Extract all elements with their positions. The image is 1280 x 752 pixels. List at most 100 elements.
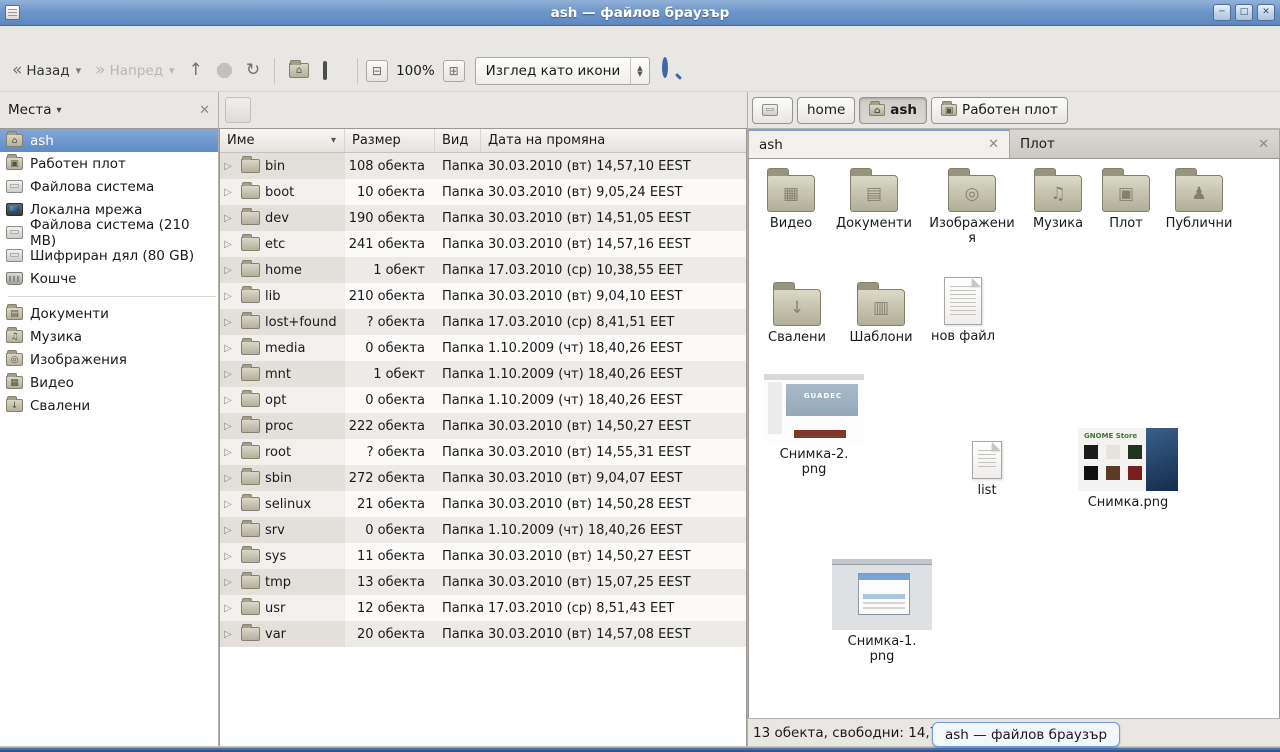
expander-icon[interactable]: ▷ (224, 265, 236, 276)
back-dropdown-icon[interactable]: ▾ (76, 64, 82, 77)
table-row[interactable]: ▷ bin 108 обекта Папка 30.03.2010 (вт) 1… (220, 153, 746, 179)
sidebar-close-icon[interactable]: ✕ (199, 103, 210, 118)
file-item[interactable]: ▥ Шаблони (839, 281, 923, 345)
expander-icon[interactable]: ▷ (224, 239, 236, 250)
expander-icon[interactable]: ▷ (224, 473, 236, 484)
table-row[interactable]: ▷ dev 190 обекта Папка 30.03.2010 (вт) 1… (220, 205, 746, 231)
sidebar-place-item[interactable]: Кошче (0, 267, 218, 290)
sidebar-place-item[interactable]: ↓ Свалени (0, 394, 218, 417)
file-item[interactable]: list (952, 441, 1022, 498)
sidebar-place-item[interactable]: ⌂ ash (0, 129, 218, 152)
zoom-out-button[interactable]: ⊟ (366, 60, 388, 82)
stop-button[interactable] (211, 58, 238, 83)
sidebar-place-item[interactable] (0, 290, 218, 302)
column-header-type[interactable]: Вид (435, 129, 481, 152)
breadcrumb-button[interactable]: ⌂ ash (859, 97, 927, 124)
tree-root-button[interactable] (225, 97, 251, 123)
file-item[interactable]: ♟ Публични (1156, 167, 1242, 231)
table-row[interactable]: ▷ root ? обекта Папка 30.03.2010 (вт) 14… (220, 439, 746, 465)
tab[interactable]: ash ✕ (748, 129, 1010, 158)
maximize-button[interactable]: □ (1235, 4, 1253, 21)
sidebar-place-item[interactable]: Шифриран дял (80 GB) (0, 244, 218, 267)
table-row[interactable]: ▷ etc 241 обекта Папка 30.03.2010 (вт) 1… (220, 231, 746, 257)
expander-icon[interactable]: ▷ (224, 317, 236, 328)
zoom-in-button[interactable]: ⊞ (443, 60, 465, 82)
table-row[interactable]: ▷ sys 11 обекта Папка 30.03.2010 (вт) 14… (220, 543, 746, 569)
expander-icon[interactable]: ▷ (224, 291, 236, 302)
column-header-date[interactable]: Дата на промяна (481, 129, 746, 152)
table-row[interactable]: ▷ srv 0 обекта Папка 1.10.2009 (чт) 18,4… (220, 517, 746, 543)
menu-item[interactable] (42, 35, 60, 41)
file-item[interactable]: Снимка-1.png (830, 559, 934, 664)
expander-icon[interactable]: ▷ (224, 629, 236, 640)
table-row[interactable]: ▷ home 1 обект Папка 17.03.2010 (ср) 10,… (220, 257, 746, 283)
menu-item[interactable] (60, 35, 78, 41)
sidebar-place-item[interactable]: Файлова система (0, 175, 218, 198)
up-button[interactable]: ↑ (183, 57, 209, 84)
file-icon-grid[interactable]: ▦ Видео ▤ Документи (748, 158, 1280, 718)
sidebar-place-item[interactable]: Файлова система (210 MB) (0, 221, 218, 244)
file-item[interactable]: нов файл (923, 277, 1003, 344)
expander-icon[interactable]: ▷ (224, 499, 236, 510)
expander-icon[interactable]: ▷ (224, 187, 236, 198)
sidebar-place-item[interactable]: ▣ Работен плот (0, 152, 218, 175)
expander-icon[interactable]: ▷ (224, 213, 236, 224)
sidebar-header-label[interactable]: Места (8, 102, 52, 118)
expander-icon[interactable]: ▷ (224, 343, 236, 354)
file-item[interactable]: ↓ Свалени (757, 281, 837, 345)
close-button[interactable]: ✕ (1257, 4, 1275, 21)
file-item[interactable]: ▣ Плот (1094, 167, 1158, 231)
reload-button[interactable]: ↻ (240, 57, 266, 84)
computer-button[interactable] (317, 58, 349, 84)
file-item[interactable]: GNOME Store Снимка.png (1075, 428, 1181, 510)
home-button[interactable]: ⌂ (283, 58, 315, 83)
table-row[interactable]: ▷ usr 12 обекта Папка 17.03.2010 (ср) 8,… (220, 595, 746, 621)
menu-item[interactable] (78, 35, 96, 41)
table-row[interactable]: ▷ lost+found ? обекта Папка 17.03.2010 (… (220, 309, 746, 335)
breadcrumb-button[interactable]: home (797, 97, 855, 124)
tab[interactable]: Плот ✕ (1010, 129, 1280, 158)
table-row[interactable]: ▷ sbin 272 обекта Папка 30.03.2010 (вт) … (220, 465, 746, 491)
file-item[interactable]: ▤ Документи (826, 167, 922, 231)
tab-close-icon[interactable]: ✕ (1248, 137, 1269, 152)
breadcrumb-button[interactable] (752, 97, 793, 124)
file-item[interactable]: GUADEC Снимка-2.png (762, 374, 866, 477)
expander-icon[interactable]: ▷ (224, 551, 236, 562)
sidebar-header-caret-icon[interactable]: ▾ (57, 105, 62, 116)
table-row[interactable]: ▷ mnt 1 обект Папка 1.10.2009 (чт) 18,40… (220, 361, 746, 387)
table-row[interactable]: ▷ proc 222 обекта Папка 30.03.2010 (вт) … (220, 413, 746, 439)
menu-item[interactable] (96, 35, 114, 41)
file-item[interactable]: ♫ Музика (1016, 167, 1100, 231)
expander-icon[interactable]: ▷ (224, 603, 236, 614)
table-row[interactable]: ▷ media 0 обекта Папка 1.10.2009 (чт) 18… (220, 335, 746, 361)
breadcrumb-button[interactable]: ▣ Работен плот (931, 97, 1068, 124)
table-row[interactable]: ▷ tmp 13 обекта Папка 30.03.2010 (вт) 15… (220, 569, 746, 595)
table-row[interactable]: ▷ selinux 21 обекта Папка 30.03.2010 (вт… (220, 491, 746, 517)
back-button[interactable]: « Назад ▾ (6, 57, 87, 84)
forward-dropdown-icon[interactable]: ▾ (169, 64, 175, 77)
column-header-size[interactable]: Размер (345, 129, 435, 152)
expander-icon[interactable]: ▷ (224, 577, 236, 588)
titlebar[interactable]: ash — файлов браузър ─ □ ✕ (0, 0, 1280, 26)
menu-item[interactable] (6, 35, 24, 41)
file-item[interactable]: ▦ Видео (751, 167, 831, 231)
sidebar-place-item[interactable]: ♫ Музика (0, 325, 218, 348)
table-row[interactable]: ▷ var 20 обекта Папка 30.03.2010 (вт) 14… (220, 621, 746, 647)
column-header-name[interactable]: Име ▾ (220, 129, 345, 152)
forward-button[interactable]: » Напред ▾ (89, 57, 180, 84)
sidebar-place-item[interactable]: ◎ Изображения (0, 348, 218, 371)
view-mode-combobox[interactable]: Изглед като икони ▲▼ (475, 57, 650, 85)
menu-item[interactable] (24, 35, 42, 41)
expander-icon[interactable]: ▷ (224, 421, 236, 432)
sidebar-place-item[interactable]: ▦ Видео (0, 371, 218, 394)
expander-icon[interactable]: ▷ (224, 395, 236, 406)
minimize-button[interactable]: ─ (1213, 4, 1231, 21)
table-row[interactable]: ▷ opt 0 обекта Папка 1.10.2009 (чт) 18,4… (220, 387, 746, 413)
expander-icon[interactable]: ▷ (224, 447, 236, 458)
file-item[interactable]: ◎ Изображения (927, 167, 1017, 246)
table-row[interactable]: ▷ boot 10 обекта Папка 30.03.2010 (вт) 9… (220, 179, 746, 205)
search-button[interactable] (662, 60, 684, 82)
sidebar-place-item[interactable]: ▤ Документи (0, 302, 218, 325)
expander-icon[interactable]: ▷ (224, 369, 236, 380)
expander-icon[interactable]: ▷ (224, 161, 236, 172)
